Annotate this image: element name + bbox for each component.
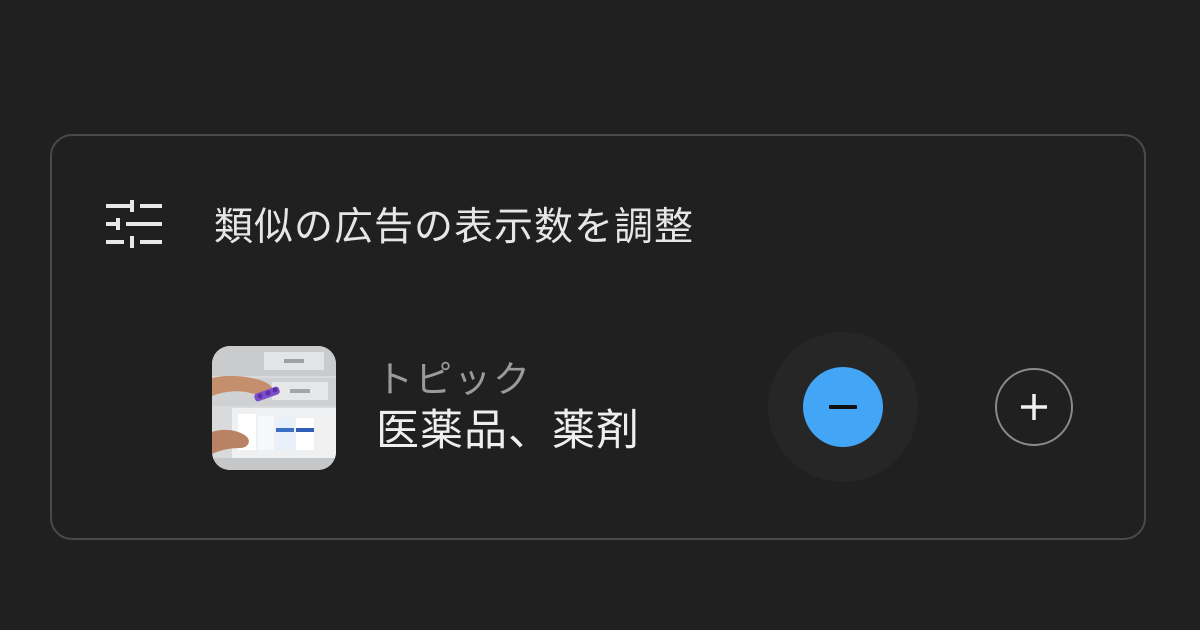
decrease-button-highlight <box>768 332 918 482</box>
minus-icon <box>829 405 857 409</box>
topic-name: 医薬品、薬剤 <box>376 406 640 456</box>
tune-icon <box>106 200 162 248</box>
increase-button[interactable] <box>995 368 1073 446</box>
plus-icon <box>1021 394 1047 420</box>
topic-text: トピック 医薬品、薬剤 <box>376 357 640 459</box>
topic-row: トピック 医薬品、薬剤 <box>212 346 640 470</box>
ad-frequency-card: 類似の広告の表示数を調整 トピック 医薬品、薬剤 <box>50 134 1146 540</box>
card-title: 類似の広告の表示数を調整 <box>214 205 695 250</box>
decrease-button[interactable] <box>803 367 883 447</box>
card-header: 類似の広告の表示数を調整 <box>106 194 694 254</box>
topic-kind-label: トピック <box>376 358 532 401</box>
topic-thumbnail <box>212 346 336 470</box>
